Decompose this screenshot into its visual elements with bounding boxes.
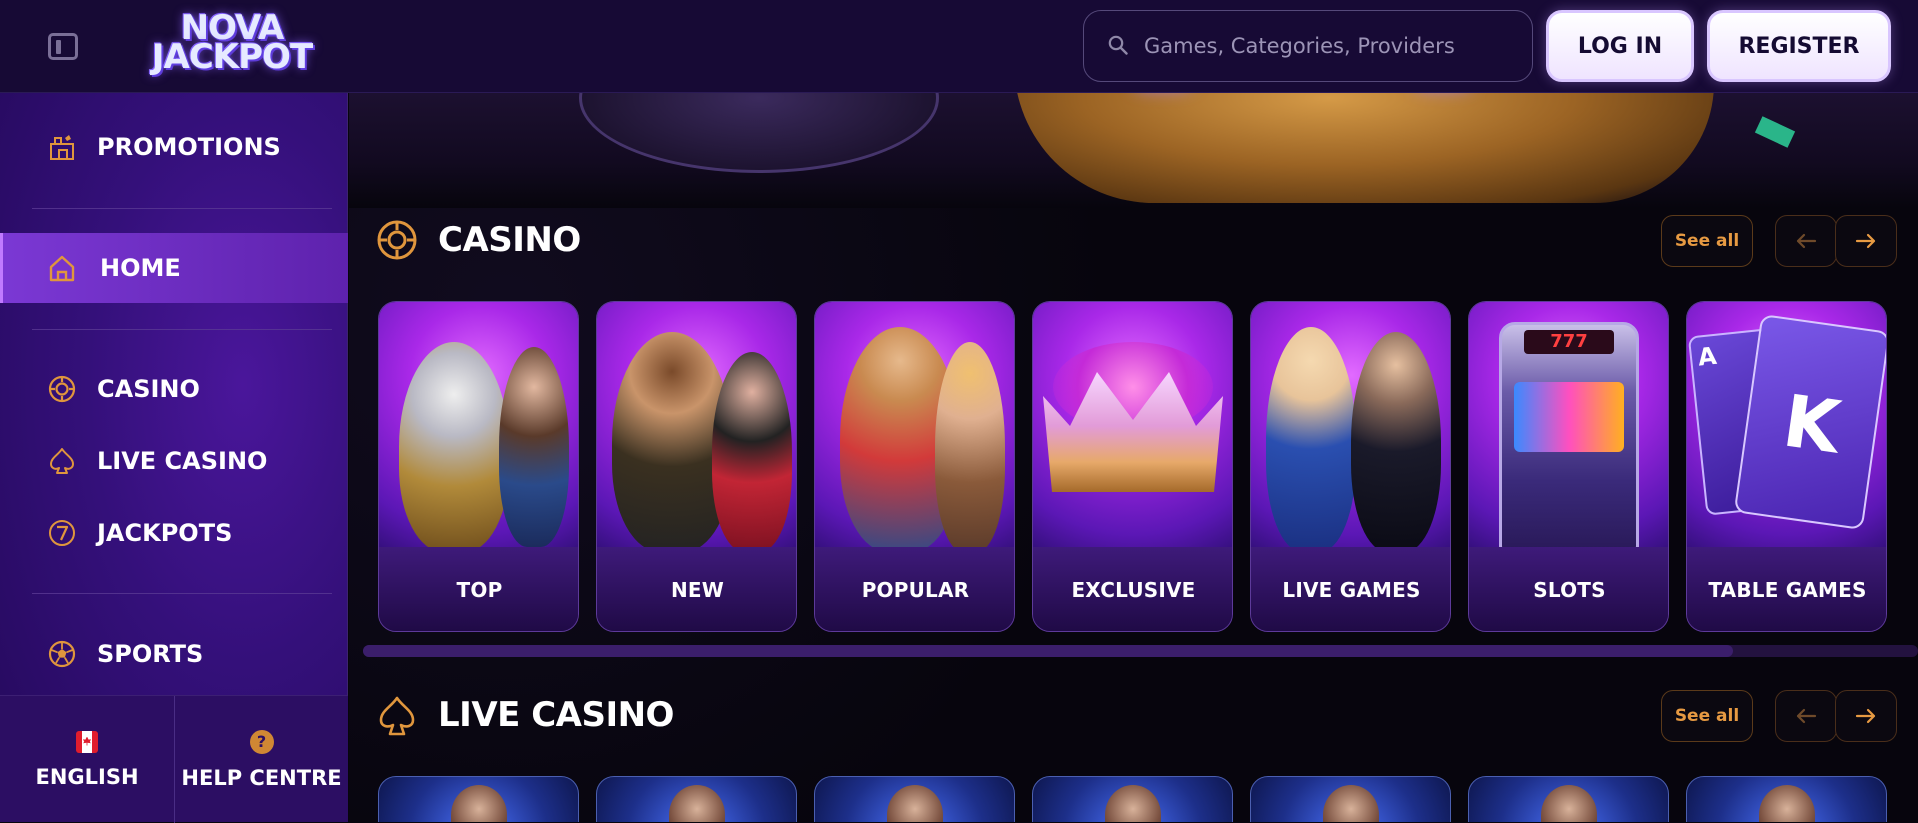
casino-category-carousel: TOP NEW POPULAR EXCLUSIVE LIVE GAMES 777…	[378, 301, 1918, 632]
logo-line-2: JACKPOT	[151, 37, 313, 77]
top-header: NOVA JACKPOT LOG IN REGISTER	[0, 0, 1918, 93]
sidebar: PROMOTIONS HOME CASINO LIVE CASINO JACKP…	[0, 93, 348, 823]
casino-section-title: CASINO	[438, 220, 581, 260]
home-icon	[49, 255, 75, 282]
live-casino-next-button[interactable]	[1835, 690, 1897, 742]
language-selector[interactable]: ENGLISH	[0, 696, 174, 823]
divider	[32, 593, 332, 594]
sidebar-item-label: PROMOTIONS	[97, 133, 281, 161]
help-icon: ?	[249, 729, 274, 754]
banner-car-image	[1014, 93, 1714, 203]
gift-shop-icon	[50, 135, 74, 160]
tile-label: LIVE GAMES	[1251, 547, 1450, 631]
category-tile-top[interactable]: TOP	[378, 301, 579, 632]
arrow-right-icon	[1855, 233, 1876, 249]
casino-see-all-button[interactable]: See all	[1661, 215, 1753, 267]
live-casino-prev-button[interactable]	[1775, 690, 1837, 742]
dealer-image	[669, 785, 725, 822]
category-tile-table-games[interactable]: A K TABLE GAMES	[1686, 301, 1887, 632]
casino-prev-button[interactable]	[1775, 215, 1837, 267]
sidebar-item-label: HOME	[100, 254, 181, 282]
spade-icon	[50, 448, 74, 474]
arrow-right-icon	[1855, 708, 1876, 724]
sidebar-item-label: SPORTS	[97, 640, 204, 668]
sidebar-item-casino[interactable]: CASINO	[0, 354, 348, 424]
casino-chip-icon	[377, 220, 417, 260]
live-game-tile[interactable]	[1032, 776, 1233, 822]
arrow-left-icon	[1796, 233, 1817, 249]
sidebar-item-jackpots[interactable]: JACKPOTS	[0, 498, 348, 568]
live-game-tile[interactable]	[378, 776, 579, 822]
seven-icon	[49, 520, 75, 546]
cowboy-character-image	[815, 302, 1014, 547]
category-tile-live-games[interactable]: LIVE GAMES	[1250, 301, 1451, 632]
dealer-image	[1759, 785, 1815, 822]
category-tile-popular[interactable]: POPULAR	[814, 301, 1015, 632]
dealer-image	[887, 785, 943, 822]
sidebar-item-label: JACKPOTS	[97, 519, 233, 547]
live-dealers-image	[1251, 302, 1450, 547]
nova-jackpot-logo[interactable]: NOVA JACKPOT	[126, 8, 338, 78]
adventurer-character-image	[597, 302, 796, 547]
search-input[interactable]	[1144, 34, 1504, 58]
spade-icon	[379, 696, 415, 736]
live-game-tile[interactable]	[1686, 776, 1887, 822]
sidebar-footer: ENGLISH ? HELP CENTRE	[0, 695, 348, 823]
category-tile-new[interactable]: NEW	[596, 301, 797, 632]
category-tile-exclusive[interactable]: EXCLUSIVE	[1032, 301, 1233, 632]
search-icon	[1108, 35, 1128, 55]
live-game-tile[interactable]	[1250, 776, 1451, 822]
dealer-image	[1323, 785, 1379, 822]
sidebar-item-label: LIVE CASINO	[97, 447, 268, 475]
live-casino-see-all-button[interactable]: See all	[1661, 690, 1753, 742]
carousel-scrollbar[interactable]	[363, 645, 1918, 657]
casino-chip-icon	[48, 375, 76, 403]
crown-image	[1033, 302, 1232, 547]
register-button[interactable]: REGISTER	[1707, 10, 1891, 82]
tile-label: SLOTS	[1469, 547, 1668, 631]
sidebar-item-sports[interactable]: SPORTS	[0, 619, 348, 689]
zeus-character-image	[379, 302, 578, 547]
tile-label: TOP	[379, 547, 578, 631]
sidebar-item-live-casino[interactable]: LIVE CASINO	[0, 426, 348, 496]
soccer-ball-icon	[48, 640, 76, 668]
sidebar-toggle-icon[interactable]	[48, 33, 78, 60]
sidebar-item-label: CASINO	[97, 375, 200, 403]
live-casino-section-title: LIVE CASINO	[438, 695, 674, 735]
sidebar-item-promotions[interactable]: PROMOTIONS	[0, 112, 348, 182]
live-game-tile[interactable]	[814, 776, 1015, 822]
arrow-left-icon	[1796, 708, 1817, 724]
dealer-image	[1105, 785, 1161, 822]
tile-label: POPULAR	[815, 547, 1014, 631]
divider	[32, 208, 332, 209]
scrollbar-thumb[interactable]	[363, 645, 1733, 657]
sidebar-item-home[interactable]: HOME	[0, 233, 348, 303]
language-label: ENGLISH	[35, 764, 139, 789]
category-tile-slots[interactable]: 777 SLOTS	[1468, 301, 1669, 632]
help-centre-link[interactable]: ? HELP CENTRE	[174, 696, 348, 823]
canada-flag-icon	[76, 730, 98, 753]
tile-label: EXCLUSIVE	[1033, 547, 1232, 631]
playing-cards-image: A K	[1687, 302, 1886, 547]
dealer-image	[451, 785, 507, 822]
banner-decoration	[1754, 116, 1796, 148]
login-button[interactable]: LOG IN	[1546, 10, 1694, 82]
live-game-tile[interactable]	[1468, 776, 1669, 822]
hero-banner[interactable]	[349, 93, 1918, 208]
dealer-image	[1541, 785, 1597, 822]
tile-label: TABLE GAMES	[1687, 547, 1886, 631]
live-game-tile[interactable]	[596, 776, 797, 822]
search-box[interactable]	[1083, 10, 1533, 82]
divider	[32, 329, 332, 330]
tile-label: NEW	[597, 547, 796, 631]
slot-machine-image: 777	[1469, 302, 1668, 547]
help-centre-label: HELP CENTRE	[181, 765, 342, 790]
casino-next-button[interactable]	[1835, 215, 1897, 267]
main-content: CASINO See all TOP NEW POPULAR EXCLUSIVE…	[349, 93, 1918, 822]
banner-decoration	[579, 93, 939, 173]
